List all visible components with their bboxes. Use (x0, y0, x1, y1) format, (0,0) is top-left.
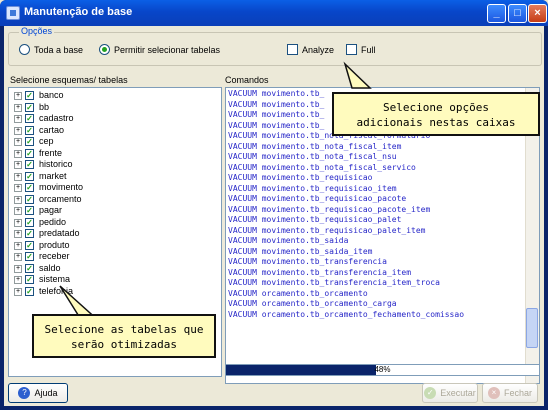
tables-callout: Selecione as tabelas que serão otimizadas (32, 314, 216, 358)
options-callout-text: Selecione opções adicionais nestas caixas (356, 101, 516, 129)
options-callout-pointer (343, 61, 372, 89)
options-callout: Selecione opções adicionais nestas caixas (332, 92, 540, 136)
tables-callout-text: Selecione as tabelas que serão otimizadas (44, 323, 204, 351)
app-window: Manutenção de base _ □ × Opções Toda a b… (0, 0, 548, 410)
